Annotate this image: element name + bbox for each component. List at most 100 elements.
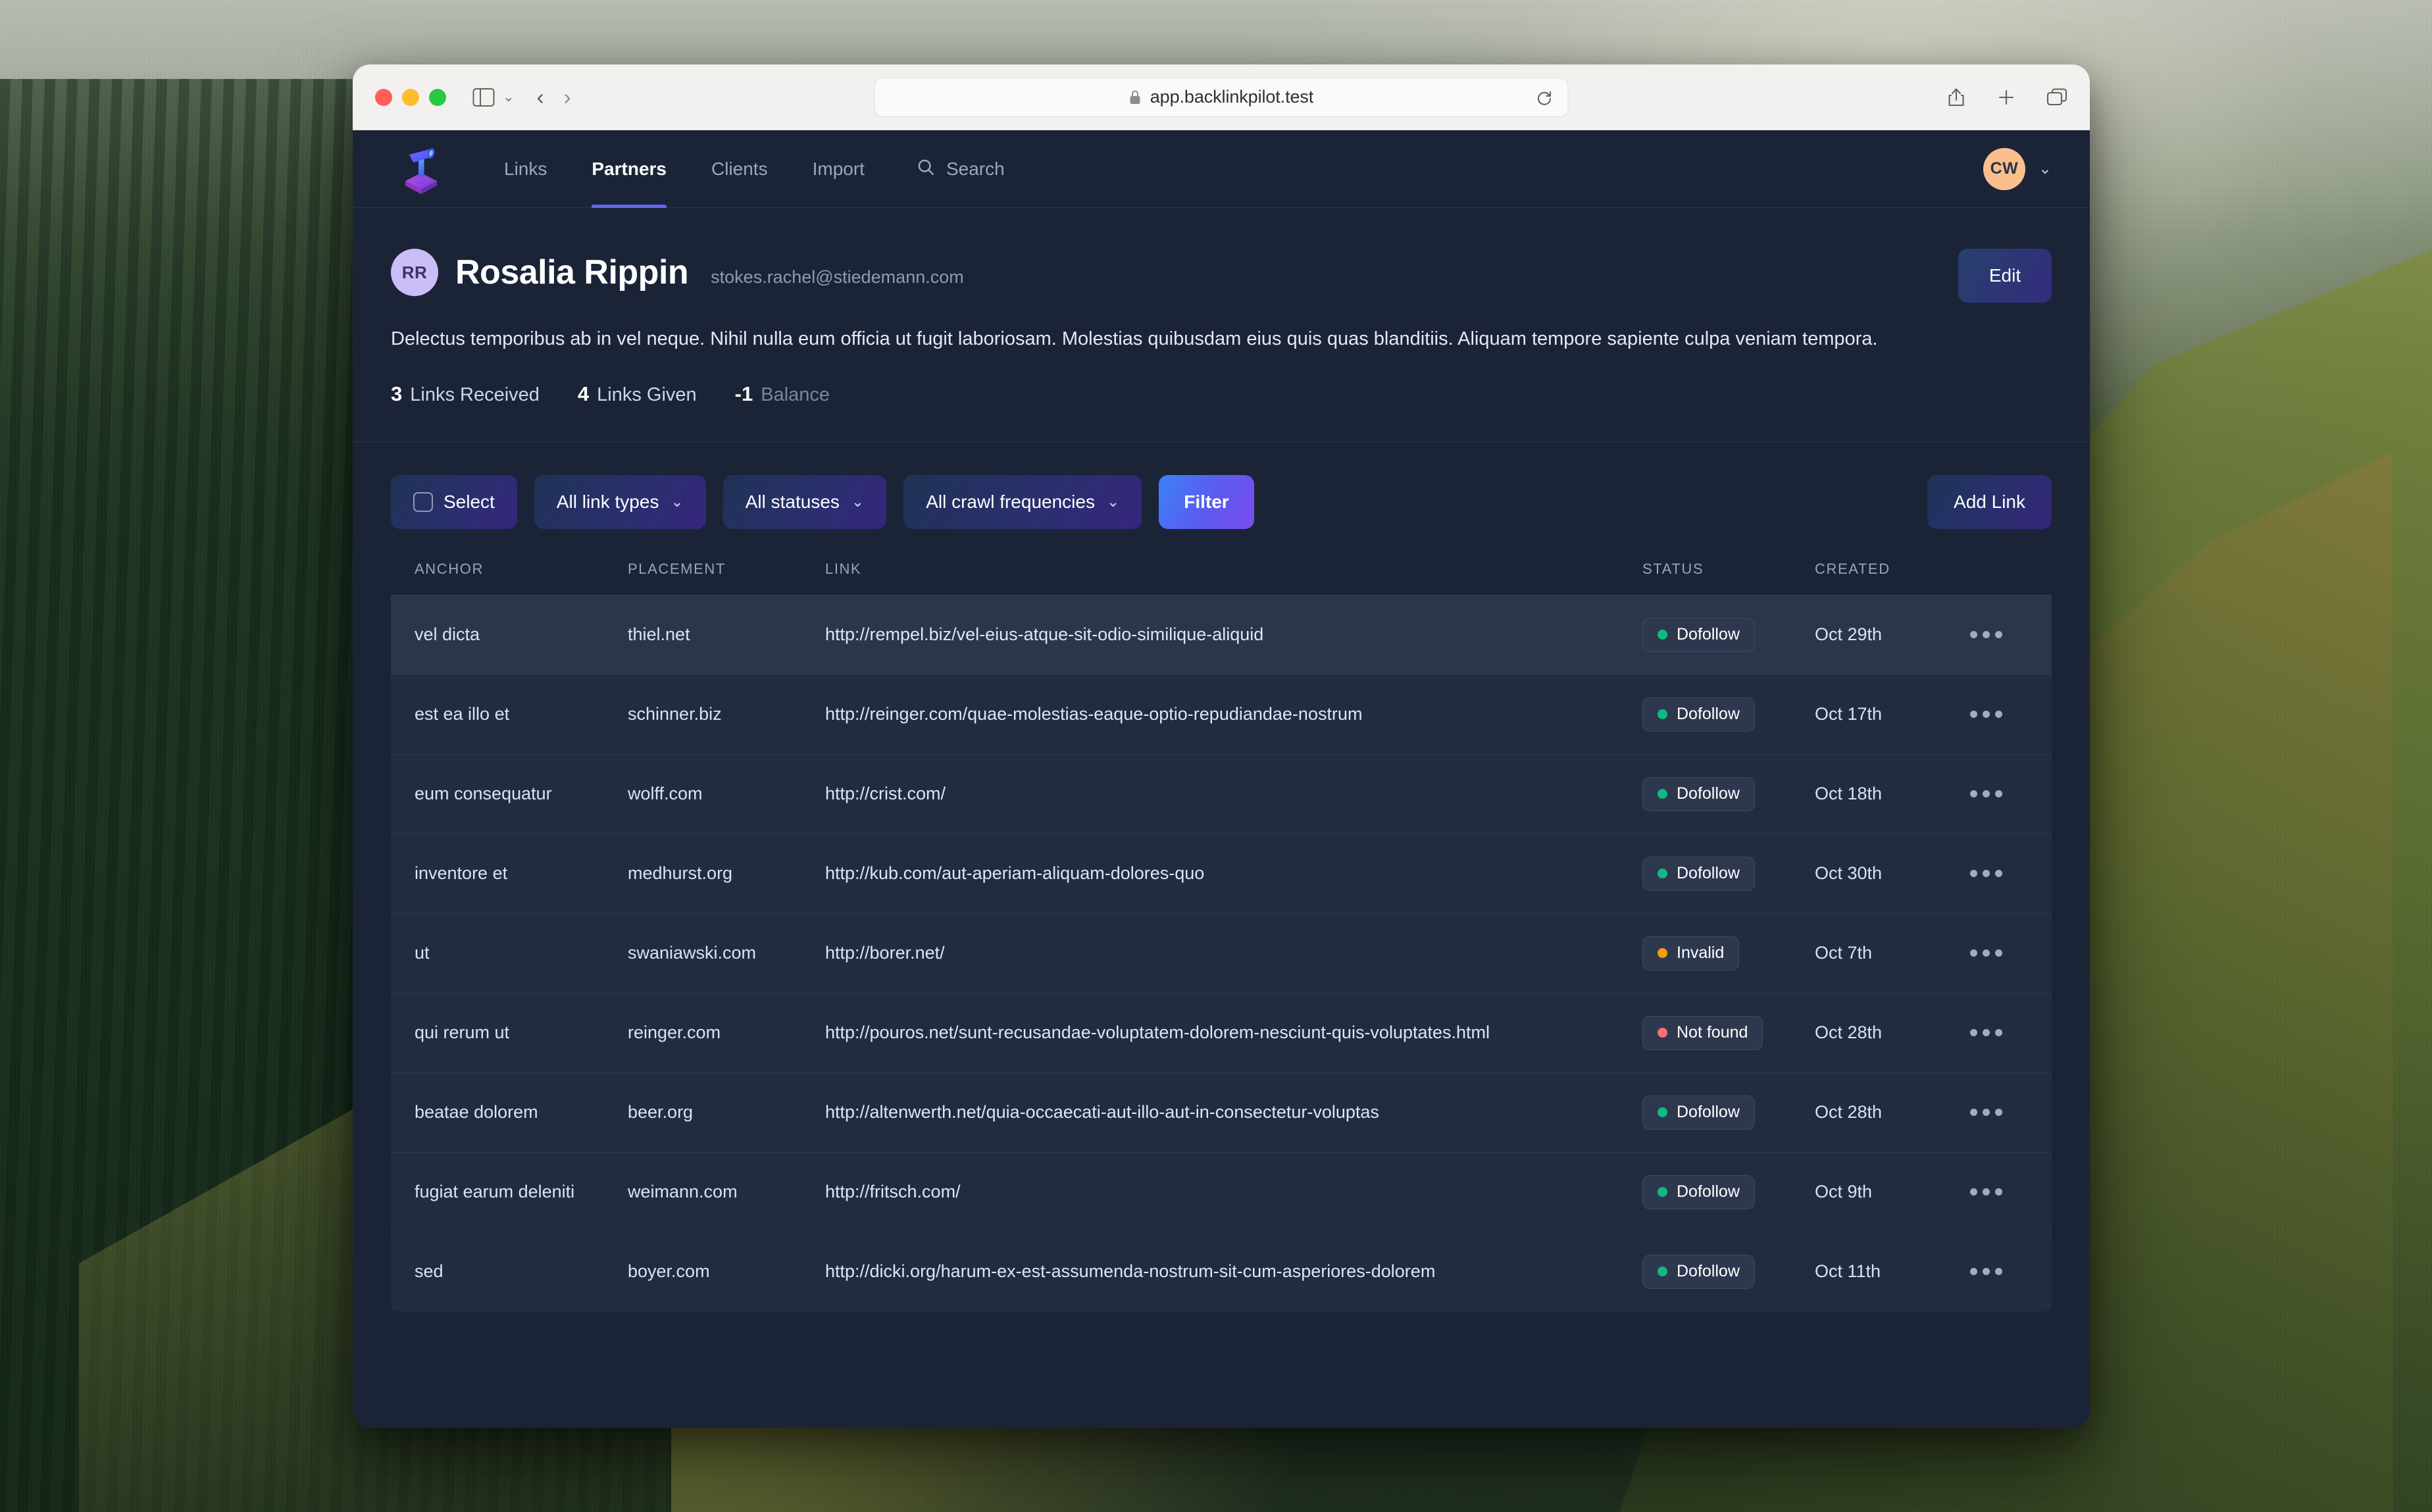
add-link-button[interactable]: Add Link — [1927, 474, 2052, 529]
filter-button[interactable]: Filter — [1159, 474, 1254, 529]
link-url[interactable]: http://kub.com/aut-aperiam-aliquam-dolor… — [825, 863, 1204, 883]
cell-anchor: ut — [415, 943, 430, 963]
status-badge: Dofollow — [1642, 1254, 1755, 1289]
link-url[interactable]: http://pouros.net/sunt-recusandae-volupt… — [825, 1022, 1490, 1042]
status-dot-icon — [1658, 1187, 1667, 1197]
column-header-placement: PLACEMENT — [628, 547, 825, 595]
row-more-options-icon[interactable] — [1966, 1268, 2052, 1276]
stat-value: -1 — [734, 382, 753, 405]
table-row[interactable]: vel dicta thiel.net http://rempel.biz/vel-… — [391, 595, 2052, 675]
nav-search-button[interactable]: Search — [903, 157, 1018, 180]
chevron-down-icon: ⌄ — [851, 493, 865, 511]
partner-avatar: RR — [391, 249, 438, 296]
row-more-options-icon[interactable] — [1966, 711, 2052, 718]
browser-toolbar: ⌄ ‹ › app.backlinkpilot.test — [353, 64, 2090, 130]
link-type-filter-dropdown[interactable]: All link types ⌄ — [534, 474, 706, 529]
chevron-down-icon[interactable]: ⌄ — [503, 89, 515, 105]
cell-anchor: beatae dolorem — [415, 1102, 538, 1122]
nav-item-clients[interactable]: Clients — [689, 130, 790, 208]
nav-item-label: Import — [812, 158, 865, 179]
table-header-row: ANCHOR PLACEMENT LINK STATUS CREATED — [391, 547, 2052, 595]
cell-placement: thiel.net — [628, 624, 690, 645]
cell-placement: weimann.com — [628, 1182, 738, 1202]
reload-icon[interactable] — [1536, 88, 1554, 106]
tab-overview-icon[interactable] — [2046, 88, 2067, 107]
chevron-down-icon: ⌄ — [1106, 493, 1120, 511]
link-url[interactable]: http://dicki.org/harum-ex-est-assumenda-… — [825, 1261, 1435, 1281]
url-bar[interactable]: app.backlinkpilot.test — [874, 77, 1569, 117]
cell-created: Oct 28th — [1815, 1102, 1883, 1122]
share-icon[interactable] — [1946, 86, 1966, 109]
maximize-window-button[interactable] — [429, 88, 446, 106]
link-url[interactable]: http://altenwerth.net/quia-occaecati-aut… — [825, 1102, 1379, 1122]
lock-icon — [1129, 89, 1142, 105]
stat-links-given: 4 Links Given — [578, 382, 697, 406]
table-row[interactable]: ut swaniawski.com http://borer.net/Invalid… — [391, 913, 2052, 994]
window-traffic-lights — [375, 88, 446, 106]
link-url[interactable]: http://fritsch.com/ — [825, 1182, 961, 1201]
back-button[interactable]: ‹ — [537, 85, 544, 110]
edit-button[interactable]: Edit — [1958, 249, 2052, 303]
filter-toolbar: Select All link types ⌄ All statuses ⌄ A… — [353, 442, 2090, 547]
column-header-status: STATUS — [1642, 547, 1815, 595]
row-more-options-icon[interactable] — [1966, 1109, 2052, 1117]
nav-item-import[interactable]: Import — [790, 130, 887, 208]
row-more-options-icon[interactable] — [1966, 790, 2052, 798]
table-row[interactable]: fugiat earum deleniti weimann.com http://f… — [391, 1152, 2052, 1232]
table-row[interactable]: beatae dolorem beer.org http://altenwerth.… — [391, 1072, 2052, 1153]
link-url[interactable]: http://reinger.com/quae-molestias-eaque-… — [825, 704, 1362, 724]
status-badge: Dofollow — [1642, 1095, 1755, 1130]
backlinkpilot-logo[interactable] — [391, 139, 451, 199]
nav-item-partners[interactable]: Partners — [569, 130, 689, 208]
row-more-options-icon[interactable] — [1966, 870, 2052, 878]
select-label: Select — [443, 491, 495, 512]
cell-actions — [1966, 834, 2052, 913]
cell-actions — [1966, 1152, 2052, 1232]
table-row[interactable]: qui rerum ut reinger.com http://pouros.net… — [391, 993, 2052, 1073]
stat-value: 4 — [577, 382, 590, 405]
sidebar-toggle-icon[interactable] — [472, 88, 495, 107]
status-badge-label: Invalid — [1677, 944, 1725, 963]
stat-links-received: 3 Links Received — [391, 382, 540, 406]
cell-status: Dofollow — [1642, 595, 1815, 674]
table-row[interactable]: inventore et medhurst.org http://kub.com/a… — [391, 834, 2052, 914]
stat-balance: -1 Balance — [735, 382, 830, 406]
profile-title-row: RR Rosalia Rippin stokes.rachel@stiedema… — [391, 249, 2052, 296]
table-row[interactable]: eum consequatur wolff.com http://crist.com… — [391, 754, 2052, 834]
link-url[interactable]: http://crist.com/ — [825, 784, 946, 803]
status-filter-dropdown[interactable]: All statuses ⌄ — [722, 474, 887, 529]
cell-link: http://fritsch.com/ — [825, 1152, 1642, 1232]
row-more-options-icon[interactable] — [1966, 1029, 2052, 1037]
link-url[interactable]: http://borer.net/ — [825, 943, 945, 963]
status-badge-label: Dofollow — [1677, 1103, 1740, 1122]
column-header-anchor: ANCHOR — [391, 547, 628, 595]
status-badge-label: Dofollow — [1677, 1182, 1740, 1201]
cell-link: http://rempel.biz/vel-eius-atque-sit-odi… — [825, 595, 1642, 674]
crawl-frequency-filter-dropdown[interactable]: All crawl frequencies ⌄ — [903, 474, 1142, 529]
status-badge: Invalid — [1642, 936, 1740, 970]
status-badge-label: Not found — [1677, 1023, 1748, 1042]
user-menu[interactable]: CW ⌄ — [1983, 147, 2052, 190]
status-badge: Dofollow — [1642, 776, 1755, 811]
cell-created: Oct 30th — [1815, 863, 1883, 884]
cell-created: Oct 11th — [1815, 1261, 1881, 1282]
row-more-options-icon[interactable] — [1966, 949, 2052, 957]
close-window-button[interactable] — [375, 88, 392, 106]
forward-button[interactable]: › — [564, 85, 571, 110]
nav-item-links[interactable]: Links — [482, 130, 569, 208]
link-url[interactable]: http://rempel.biz/vel-eius-atque-sit-odi… — [825, 624, 1263, 644]
cell-created: Oct 29th — [1815, 624, 1883, 645]
crawl-frequency-filter-label: All crawl frequencies — [926, 491, 1095, 512]
status-dot-icon — [1658, 1107, 1667, 1118]
cell-status: Dofollow — [1642, 1152, 1815, 1232]
stat-label: Links Given — [597, 384, 697, 405]
cell-placement: schinner.biz — [628, 704, 722, 724]
cell-status: Dofollow — [1642, 834, 1815, 913]
row-more-options-icon[interactable] — [1966, 631, 2052, 639]
plus-icon[interactable] — [1996, 88, 2016, 107]
minimize-window-button[interactable] — [402, 88, 419, 106]
table-row[interactable]: est ea illo et schinner.biz http://reinger… — [391, 674, 2052, 755]
select-button[interactable]: Select — [391, 474, 517, 529]
table-row[interactable]: sed boyer.com http://dicki.org/harum-ex-es… — [391, 1232, 2052, 1311]
row-more-options-icon[interactable] — [1966, 1188, 2052, 1196]
